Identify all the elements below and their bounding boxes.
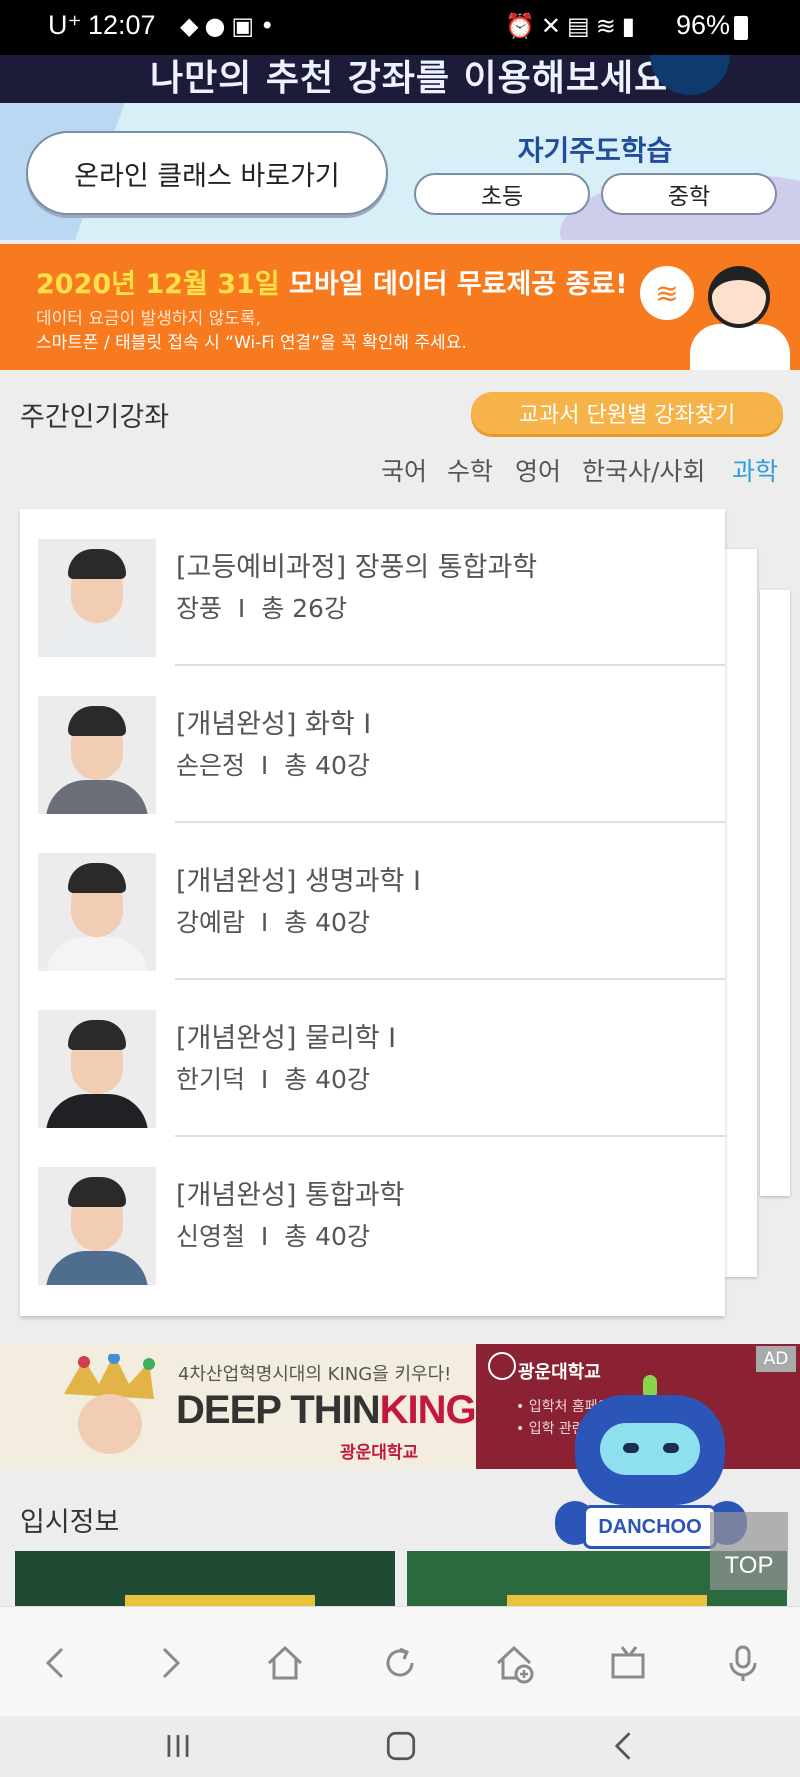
course-title: [고등예비과정] 장풍의 통합과학 — [176, 552, 538, 583]
forward-icon[interactable] — [142, 1635, 198, 1691]
admissions-card-1[interactable] — [15, 1551, 395, 1611]
image-icon: ▣ — [231, 12, 261, 40]
instructor-photo — [38, 1167, 156, 1285]
instructor-photo — [38, 853, 156, 971]
ad-tag: AD — [756, 1346, 796, 1372]
ad-brand: 광운대학교 — [340, 1443, 419, 1463]
course-item[interactable]: [개념완성] 통합과학 신영철 I 총 40강 — [20, 1137, 725, 1294]
recent-apps-icon[interactable] — [148, 1722, 208, 1770]
mascot-visor — [600, 1423, 700, 1475]
course-item[interactable]: [고등예비과정] 장풍의 통합과학 장풍 I 총 26강 — [20, 509, 725, 666]
course-title: [개념완성] 물리학 I — [176, 1023, 397, 1054]
instructor-photo — [38, 1010, 156, 1128]
recommend-banner-text: 나만의 추천 강좌를 이용해보세요. — [150, 58, 683, 99]
course-title: [개념완성] 화학 I — [176, 709, 372, 740]
home-icon[interactable] — [257, 1635, 313, 1691]
system-nav-bar — [0, 1716, 800, 1777]
instructor-photo — [38, 539, 156, 657]
tab-korean[interactable]: 국어 — [381, 452, 427, 488]
talk-icon: ● — [204, 12, 232, 40]
course-meta: 신영철 I 총 40강 — [176, 1222, 370, 1251]
weekly-popular-title: 주간인기강좌 — [20, 402, 170, 433]
tab-english[interactable]: 영어 — [515, 452, 561, 488]
ad-right-title: 광운대학교 — [518, 1362, 601, 1383]
save-icon: ▤ — [567, 12, 596, 40]
crown-illustration — [64, 1354, 155, 1454]
middle-school-button[interactable]: 중학 — [601, 173, 777, 215]
character-illustration — [690, 324, 790, 370]
course-title: [개념완성] 통합과학 — [176, 1180, 405, 1211]
notice-line-2: 데이터 요금이 발생하지 않도록, — [36, 309, 261, 329]
course-list-card: [고등예비과정] 장풍의 통합과학 장풍 I 총 26강 [개념완성] 화학 I… — [20, 509, 725, 1316]
course-meta: 강예람 I 총 40강 — [176, 908, 370, 937]
notice-date: 2020년 12월 31일 — [36, 269, 280, 300]
find-by-unit-button[interactable]: 교과서 단원별 강좌찾기 — [471, 392, 783, 434]
university-seal-icon — [488, 1352, 516, 1380]
data-notice-banner[interactable]: 2020년 12월 31일 모바일 데이터 무료제공 종료! 데이터 요금이 발… — [0, 244, 800, 370]
system-icons: ⏰✕▤≋▮ — [505, 12, 641, 40]
back-icon[interactable] — [28, 1635, 84, 1691]
status-time: 12:07 — [88, 10, 156, 40]
tab-science[interactable]: 과학 — [732, 452, 778, 488]
class-nav-panel: 온라인 클래스 바로가기 자기주도학습 초등 중학 — [0, 103, 800, 240]
browser-toolbar — [0, 1606, 800, 1716]
recommend-banner[interactable]: 나만의 추천 강좌를 이용해보세요. — [0, 55, 800, 103]
battery-icon — [734, 16, 748, 40]
status-bar: U⁺ 12:07 ◆●▣• ⏰✕▤≋▮ 96% — [0, 0, 800, 55]
course-item[interactable]: [개념완성] 생명과학 I 강예람 I 총 40강 — [20, 823, 725, 980]
course-meta: 손은정 I 총 40강 — [176, 751, 370, 780]
carrier-label: U⁺ — [48, 10, 82, 40]
course-meta: 한기덕 I 총 40강 — [176, 1065, 370, 1094]
character-head — [708, 266, 770, 328]
tab-math[interactable]: 수학 — [447, 452, 493, 488]
next-card-preview[interactable] — [725, 549, 757, 1277]
ad-headline: DEEP THINKING — [176, 1388, 477, 1432]
tv-icon[interactable] — [600, 1635, 656, 1691]
mascot-eye — [663, 1443, 679, 1453]
wifi-icon: ≋ — [640, 266, 694, 320]
notification-icons: ◆●▣• — [180, 12, 280, 40]
mascot-label: DANCHOO — [583, 1505, 717, 1549]
scroll-top-button[interactable]: TOP — [710, 1512, 788, 1590]
system-back-icon[interactable] — [594, 1722, 654, 1770]
course-meta: 장풍 I 총 26강 — [176, 594, 347, 623]
elementary-button[interactable]: 초등 — [414, 173, 590, 215]
notice-title: 2020년 12월 31일 모바일 데이터 무료제공 종료! — [36, 262, 628, 301]
admissions-title: 입시정보 — [20, 1507, 120, 1538]
home-button-icon[interactable] — [371, 1722, 431, 1770]
notice-line-3: 스마트폰 / 태블릿 접속 시 “Wi-Fi 연결”을 꼭 확인해 주세요. — [36, 333, 467, 353]
battery-percent: 96% — [676, 10, 731, 40]
microphone-icon[interactable] — [715, 1635, 771, 1691]
wifi-icon: ≋ — [595, 12, 622, 40]
pill-icon: ◆ — [180, 12, 205, 40]
course-item[interactable]: [개념완성] 화학 I 손은정 I 총 40강 — [20, 666, 725, 823]
ad-subtitle: 4차산업혁명시대의 KING을 키우다! — [178, 1364, 452, 1385]
course-title: [개념완성] 생명과학 I — [176, 866, 421, 897]
online-class-button[interactable]: 온라인 클래스 바로가기 — [26, 131, 388, 215]
dot-icon: • — [260, 12, 281, 40]
course-item[interactable]: [개념완성] 물리학 I 한기덕 I 총 40강 — [20, 980, 725, 1137]
mascot-eye — [623, 1443, 639, 1453]
notice-title-rest: 모바일 데이터 무료제공 종료! — [279, 269, 628, 300]
instructor-photo — [38, 696, 156, 814]
tab-history-society[interactable]: 한국사/사회 — [582, 452, 705, 488]
mute-icon: ✕ — [540, 12, 567, 40]
refresh-icon[interactable] — [372, 1635, 428, 1691]
self-study-title: 자기주도학습 — [517, 134, 673, 167]
next-card-back[interactable] — [760, 590, 790, 1196]
alarm-icon: ⏰ — [505, 12, 541, 40]
signal-icon: ▮ — [621, 12, 642, 40]
add-home-icon[interactable] — [486, 1635, 542, 1691]
